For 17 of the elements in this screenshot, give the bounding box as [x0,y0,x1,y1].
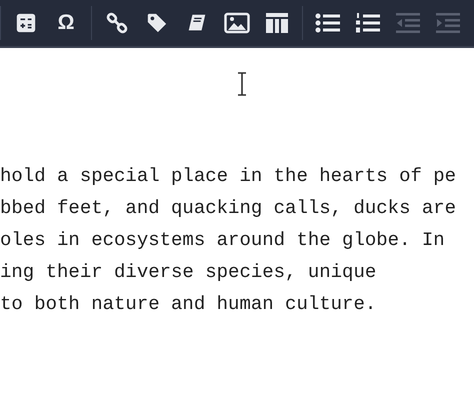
editor-area[interactable]: hold a special place in the hearts of pe bbed feet, and quacking calls, ducks are oles in ecosystems around the globe. In ing their diverse species, unique to both nature and human culture. [0,48,474,420]
link-icon [106,12,128,34]
paragraph-line: hold a special place in the hearts of pe [0,164,456,189]
text-cursor-icon [237,72,247,96]
symbol-button[interactable]: Ω [51,7,81,39]
paragraph-line: oles in ecosystems around the globe. In [0,228,445,253]
tag-icon [146,12,168,34]
calculator-icon [15,12,37,34]
outdent-icon [395,12,421,34]
numbered-list-icon [355,12,381,34]
table-icon [265,12,289,34]
indent-icon [435,12,461,34]
image-icon [224,12,250,34]
paragraph-line: bbed feet, and quacking calls, ducks are [0,196,456,221]
bullet-list-icon [315,12,341,34]
paragraph-line: to both nature and human culture. [0,292,376,317]
paragraph-line: ing their diverse species, unique [0,260,376,285]
